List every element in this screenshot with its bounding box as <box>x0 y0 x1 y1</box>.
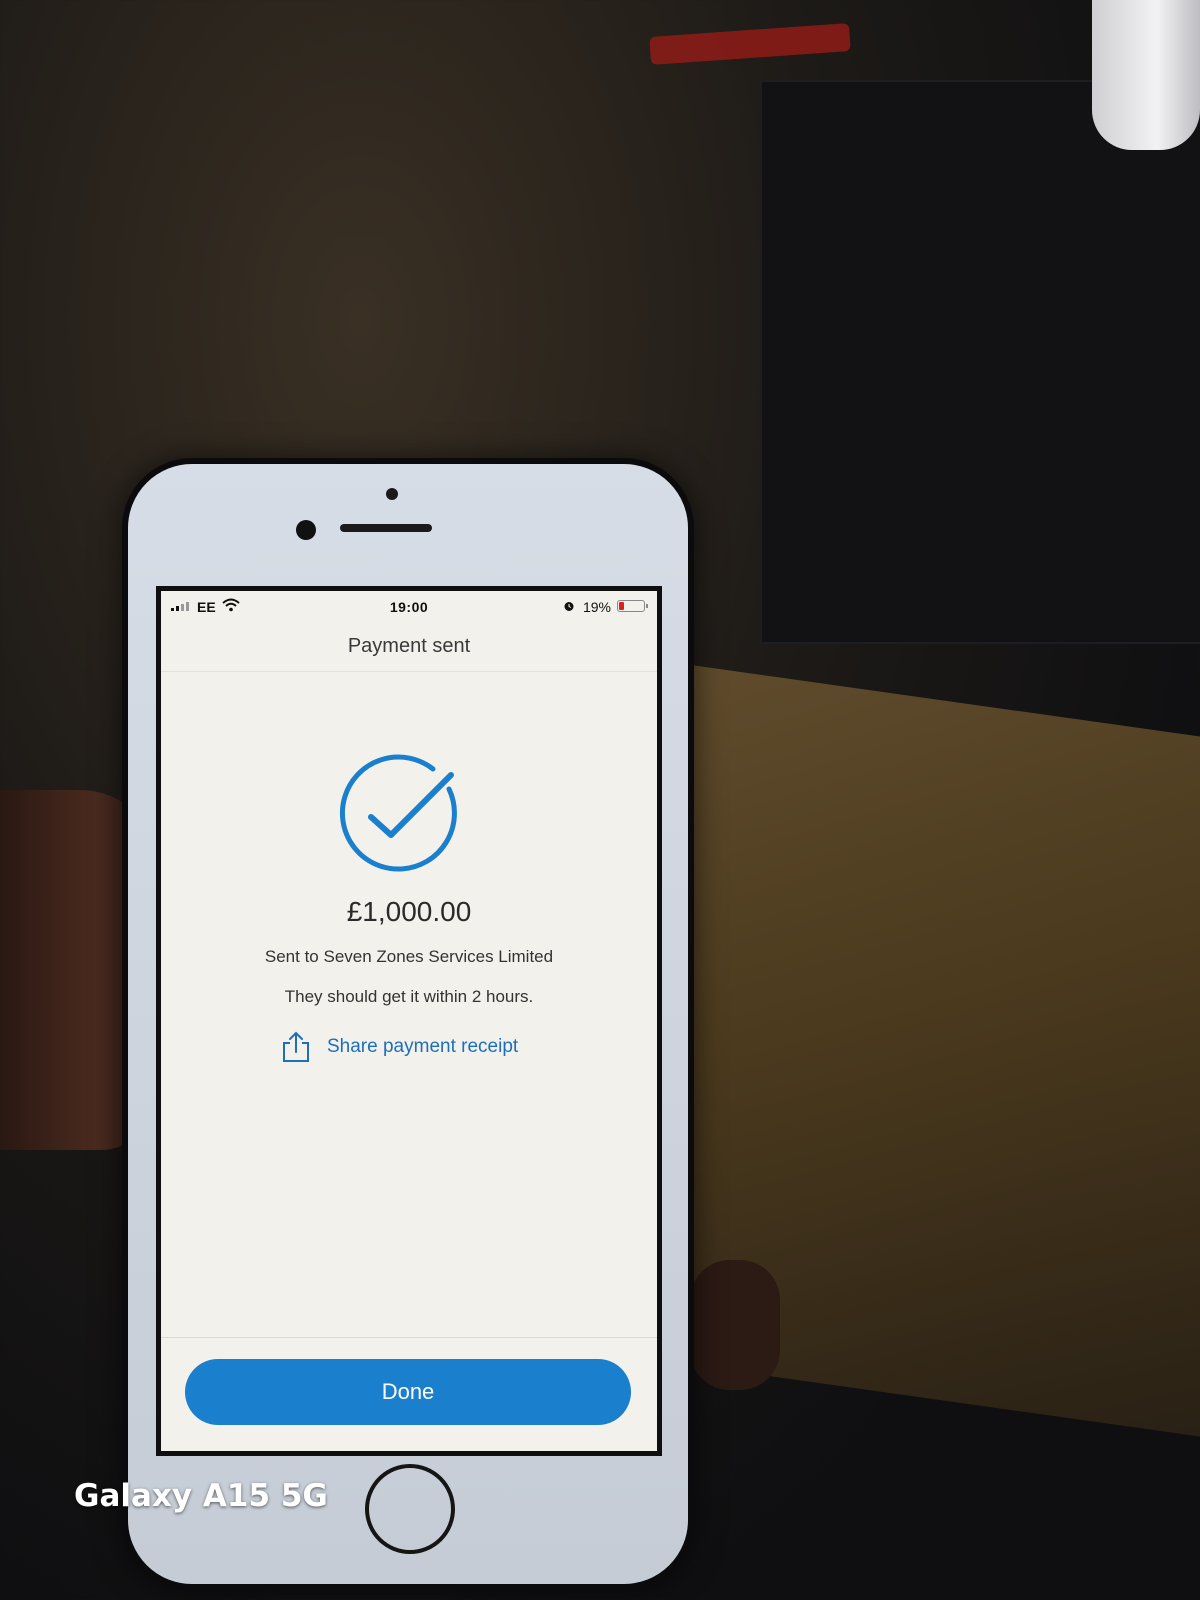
check-circle-icon <box>339 754 457 872</box>
header-divider <box>161 671 657 672</box>
payment-amount: £1,000.00 <box>346 896 472 927</box>
holding-fingers <box>690 1260 780 1390</box>
phone-device: EE 19:00 19% Payment sent £1,000.00 Sent… <box>122 458 694 1590</box>
front-camera <box>296 520 316 540</box>
device-watermark: Galaxy A15 5G <box>74 1478 328 1514</box>
phone-screen: EE 19:00 19% Payment sent £1,000.00 Sent… <box>156 586 662 1456</box>
battery-fill <box>619 602 624 610</box>
page-title: Payment sent <box>347 635 471 657</box>
share-receipt-link[interactable]: Share payment receipt <box>281 1031 518 1063</box>
alarm-icon <box>564 602 574 611</box>
share-receipt-label: Share payment receipt <box>327 1036 519 1057</box>
background-red-object <box>649 23 851 65</box>
share-icon <box>283 1031 309 1062</box>
recipient-text: Sent to Seven Zones Services Limited <box>264 947 554 966</box>
background-table <box>760 80 1200 644</box>
earpiece-speaker <box>340 524 432 532</box>
footer-divider <box>161 1337 657 1338</box>
battery-icon <box>617 600 648 612</box>
proximity-sensor <box>386 488 398 500</box>
delivery-eta-text: They should get it within 2 hours. <box>284 987 534 1006</box>
home-button[interactable] <box>365 1464 455 1554</box>
battery-percent: 19% <box>582 599 611 615</box>
done-button[interactable]: Done <box>185 1359 631 1425</box>
background-bottle <box>1092 0 1200 150</box>
status-bar: EE 19:00 19% <box>161 591 657 621</box>
